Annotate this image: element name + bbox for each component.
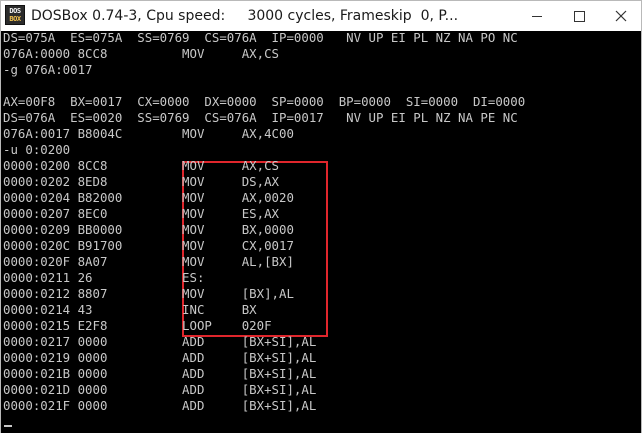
console-line: 076A:0000 8CC8 MOV AX,CS — [3, 46, 280, 61]
dos-console[interactable]: DS=075A ES=075A SS=0769 CS=076A IP=0000 … — [1, 31, 641, 433]
app-icon-text-bottom: BOX — [9, 15, 21, 23]
dosbox-window: DOS BOX DOSBox 0.74-3, Cpu speed: 3000 c… — [0, 0, 642, 433]
console-line: 0000:0211 26 ES: — [3, 270, 205, 285]
console-line: 0000:0207 8EC0 MOV ES,AX — [3, 206, 280, 221]
maximize-icon — [574, 11, 585, 22]
console-prompt-cursor — [4, 425, 12, 427]
console-line: 0000:0202 8ED8 MOV DS,AX — [3, 174, 280, 189]
title-bar[interactable]: DOS BOX DOSBox 0.74-3, Cpu speed: 3000 c… — [1, 1, 641, 31]
minimize-icon — [532, 16, 542, 17]
dosbox-app-icon[interactable]: DOS BOX — [5, 5, 25, 25]
close-icon — [615, 10, 627, 22]
window-title: DOSBox 0.74-3, Cpu speed: 3000 cycles, F… — [31, 8, 459, 24]
minimize-button[interactable] — [517, 1, 557, 31]
maximize-button[interactable] — [559, 1, 599, 31]
console-line: DS=076A ES=0020 SS=0769 CS=076A IP=0017 … — [3, 110, 518, 125]
console-line: 0000:0215 E2F8 LOOP 020F — [3, 318, 272, 333]
console-line: 076A:0017 B8004C MOV AX,4C00 — [3, 126, 294, 141]
console-line: -u 0:0200 — [3, 142, 71, 157]
console-line: 0000:0217 0000 ADD [BX+SI],AL — [3, 334, 317, 349]
app-icon-text-top: DOS — [9, 7, 21, 15]
console-line: DS=075A ES=075A SS=0769 CS=076A IP=0000 … — [3, 31, 518, 45]
console-line: 0000:0219 0000 ADD [BX+SI],AL — [3, 350, 317, 365]
console-line: 0000:0204 B82000 MOV AX,0020 — [3, 190, 294, 205]
console-line: 0000:021F 0000 ADD [BX+SI],AL — [3, 398, 317, 413]
console-line: 0000:020C B91700 MOV CX,0017 — [3, 238, 294, 253]
console-line: 0000:0214 43 INC BX — [3, 302, 257, 317]
console-line: 0000:020F 8A07 MOV AL,[BX] — [3, 254, 294, 269]
console-line: AX=00F8 BX=0017 CX=0000 DX=0000 SP=0000 … — [3, 94, 526, 109]
console-line: 0000:021B 0000 ADD [BX+SI],AL — [3, 366, 317, 381]
console-line: 0000:021D 0000 ADD [BX+SI],AL — [3, 382, 317, 397]
close-button[interactable] — [601, 1, 641, 31]
console-line: 0000:0212 8807 MOV [BX],AL — [3, 286, 294, 301]
console-line: 0000:0200 8CC8 MOV AX,CS — [3, 158, 280, 173]
console-line: 0000:0209 BB0000 MOV BX,0000 — [3, 222, 294, 237]
console-line: -g 076A:0017 — [3, 62, 93, 77]
